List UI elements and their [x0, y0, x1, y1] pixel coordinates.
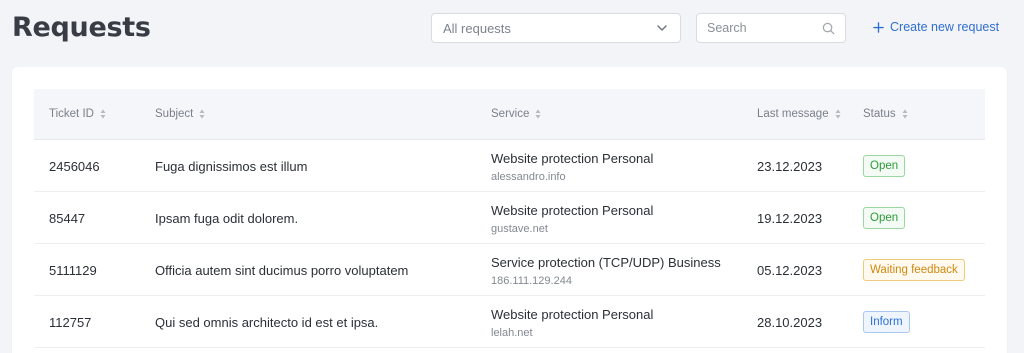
subject: Ipsam fuga odit dolorem. [155, 211, 299, 226]
status-badge: Open [863, 207, 906, 229]
subject: Qui sed omnis architecto id est et ipsa. [155, 315, 379, 330]
plus-icon [873, 21, 884, 33]
header-service-label: Service [491, 108, 530, 120]
subject: Fuga dignissimos est illum [155, 159, 308, 174]
service-name: Website protection Personal [491, 307, 654, 322]
table-row[interactable]: 112757 Qui sed omnis architecto id est e… [34, 296, 985, 348]
create-new-request-label: Create new request [890, 20, 1000, 34]
ticket-id: 85447 [49, 211, 86, 226]
table-row[interactable]: 85447 Ipsam fuga odit dolorem. Website p… [34, 192, 985, 244]
header-last-message-label: Last message [757, 108, 829, 120]
header-status-label: Status [863, 108, 896, 120]
header-subject[interactable]: Subject [155, 108, 205, 120]
header-last-message[interactable]: Last message [757, 108, 841, 120]
service-name: Website protection Personal [491, 151, 654, 166]
sort-icon [902, 109, 908, 119]
service-name: Website protection Personal [491, 203, 654, 218]
service-name: Service protection (TCP/UDP) Business [491, 255, 721, 270]
request-filter-value: All requests [443, 20, 511, 36]
sort-icon [535, 109, 541, 119]
table-row[interactable]: 2456046 Fuga dignissimos est illum Websi… [34, 140, 985, 192]
service-host: alessandro.info [491, 171, 566, 183]
status-badge: Open [863, 155, 906, 177]
requests-card: Ticket ID Subject Service Last message S… [12, 67, 1007, 353]
create-new-request-button[interactable]: Create new request [873, 20, 999, 34]
service-host: 186.111.129.244 [491, 275, 572, 287]
search-icon[interactable] [822, 22, 835, 35]
sort-icon [199, 109, 205, 119]
ticket-id: 5111129 [49, 263, 97, 278]
header-subject-label: Subject [155, 108, 194, 120]
requests-table: Ticket ID Subject Service Last message S… [34, 89, 985, 348]
search-input[interactable] [707, 21, 822, 35]
sort-icon [835, 109, 841, 119]
header-ticket-id[interactable]: Ticket ID [49, 108, 106, 120]
header-ticket-id-label: Ticket ID [49, 108, 94, 120]
page-title: Requests [12, 12, 151, 43]
service-host: lelah.net [491, 327, 533, 339]
table-row[interactable]: 5111129 Officia autem sint ducimus porro… [34, 244, 985, 296]
ticket-id: 112757 [49, 315, 92, 330]
header-service[interactable]: Service [491, 108, 541, 120]
header-status[interactable]: Status [863, 108, 908, 120]
status-badge: Inform [863, 311, 910, 333]
request-filter-select[interactable]: All requests [431, 13, 681, 43]
service-host: gustave.net [491, 223, 548, 235]
ticket-id: 2456046 [49, 159, 100, 174]
search-box[interactable] [696, 13, 846, 43]
last-message-date: 23.12.2023 [757, 159, 823, 174]
table-header: Ticket ID Subject Service Last message S… [34, 89, 985, 140]
last-message-date: 19.12.2023 [757, 211, 823, 226]
last-message-date: 28.10.2023 [757, 315, 823, 330]
status-badge: Waiting feedback [863, 259, 965, 281]
sort-icon [100, 109, 106, 119]
chevron-down-icon [657, 25, 667, 31]
last-message-date: 05.12.2023 [757, 263, 823, 278]
subject: Officia autem sint ducimus porro volupta… [155, 263, 409, 278]
